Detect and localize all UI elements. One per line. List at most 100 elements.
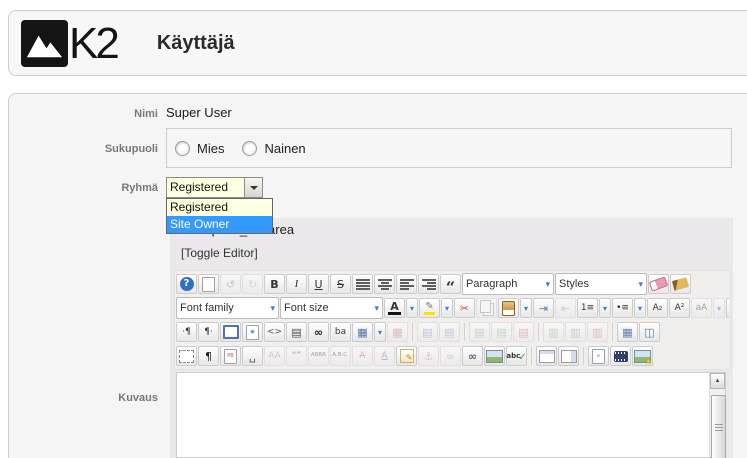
rtl-button[interactable]: ¶· bbox=[198, 322, 219, 342]
outdent-button[interactable]: ⇤ bbox=[555, 298, 576, 318]
inserted-text-button[interactable]: A bbox=[374, 346, 395, 366]
undo-button[interactable]: ↺ bbox=[220, 274, 241, 294]
group-select-dropdown-button[interactable] bbox=[244, 178, 262, 197]
spellcheck-button[interactable]: abc bbox=[506, 346, 527, 366]
group-select[interactable]: Registered bbox=[166, 177, 263, 198]
bold-button[interactable]: B bbox=[264, 274, 285, 294]
gender-option-label[interactable]: Nainen bbox=[264, 141, 305, 156]
justify-full-button[interactable] bbox=[352, 274, 373, 294]
k2-image-button[interactable] bbox=[632, 346, 653, 366]
new-document-button[interactable] bbox=[198, 274, 219, 294]
gender-option-label[interactable]: Mies bbox=[197, 141, 224, 156]
find-button[interactable]: ∞ bbox=[308, 322, 329, 342]
cell-properties-icon: ▤ bbox=[444, 327, 454, 338]
strikethrough-button[interactable]: S bbox=[330, 274, 351, 294]
insert-image-button[interactable] bbox=[484, 346, 505, 366]
highlight-color-button[interactable]: ✎ bbox=[419, 298, 440, 318]
group-option-registered[interactable]: Registered bbox=[167, 199, 272, 216]
subscript-button[interactable]: A₂ bbox=[647, 298, 668, 318]
justify-right-button[interactable] bbox=[418, 274, 439, 294]
cell-properties-button[interactable]: ▤ bbox=[439, 322, 460, 342]
deleted-text-button[interactable]: A bbox=[352, 346, 373, 366]
toolbar-separator bbox=[538, 323, 539, 341]
underline-button[interactable]: U bbox=[308, 274, 329, 294]
highlight-color-arrow-button[interactable]: ▾ bbox=[441, 298, 453, 318]
styles-select[interactable]: Styles▾ bbox=[555, 273, 647, 295]
source-code-button[interactable]: <> bbox=[264, 322, 285, 342]
attributes-button[interactable]: ✎ bbox=[396, 346, 417, 366]
editor-textarea[interactable]: ▲ bbox=[176, 372, 726, 458]
bullet-list-button[interactable]: •≡ bbox=[612, 298, 633, 318]
italic-icon: I bbox=[295, 279, 299, 290]
superscript-button[interactable]: A² bbox=[669, 298, 690, 318]
visual-aid-button[interactable] bbox=[176, 346, 197, 366]
case-change-button[interactable]: aA bbox=[691, 298, 712, 318]
acronym-button[interactable]: A.B.C. bbox=[330, 346, 351, 366]
insert-table-arrow-button[interactable]: ▾ bbox=[374, 322, 386, 342]
redo-button[interactable]: ↻ bbox=[242, 274, 263, 294]
print-icon: ▤ bbox=[291, 327, 301, 338]
text-color-button[interactable]: A bbox=[384, 298, 405, 318]
xhtml-document-button[interactable]: ∞ bbox=[588, 346, 609, 366]
bullet-list-arrow-button[interactable]: ▾ bbox=[634, 298, 646, 318]
cut-button[interactable]: ✂ bbox=[454, 298, 475, 318]
print-button[interactable]: ▤ bbox=[286, 322, 307, 342]
format-select[interactable]: Paragraph▾ bbox=[462, 273, 554, 295]
toggle-editor-link[interactable]: [Toggle Editor] bbox=[181, 246, 258, 260]
gender-radio-mies[interactable] bbox=[175, 141, 190, 156]
font-size-select[interactable]: Font size▾ bbox=[280, 297, 383, 319]
delete-column-button[interactable]: ▥ bbox=[587, 322, 608, 342]
insert-media-button[interactable] bbox=[610, 346, 631, 366]
numbered-list-button[interactable]: 1≡ bbox=[577, 298, 598, 318]
link-button[interactable]: ∞ bbox=[462, 346, 483, 366]
abbreviation-button[interactable]: ABBR bbox=[308, 346, 329, 366]
copy-button[interactable] bbox=[476, 298, 497, 318]
indent-button[interactable]: ⇥ bbox=[533, 298, 554, 318]
layout-horizontal-button[interactable] bbox=[536, 346, 557, 366]
delete-row-button[interactable]: ▤ bbox=[513, 322, 534, 342]
source-code-icon: <> bbox=[267, 328, 282, 337]
ltr-button[interactable]: ·¶ bbox=[176, 322, 197, 342]
anchor-button[interactable]: ⚓ bbox=[418, 346, 439, 366]
show-blocks-button[interactable]: ¶ bbox=[198, 346, 219, 366]
paste-arrow-button[interactable]: ▾ bbox=[520, 298, 532, 318]
group-option-site-owner[interactable]: Site Owner bbox=[167, 216, 272, 233]
special-character-button[interactable]: Ω bbox=[726, 298, 729, 318]
layout-vertical-button[interactable] bbox=[558, 346, 579, 366]
unlink-button[interactable]: ∞ bbox=[440, 346, 461, 366]
italic-button[interactable]: I bbox=[286, 274, 307, 294]
text-color-arrow-button[interactable]: ▾ bbox=[406, 298, 418, 318]
insert-row-before-button[interactable]: ▤ bbox=[469, 322, 490, 342]
scrollbar-thumb[interactable] bbox=[711, 395, 726, 458]
merge-cells-icon: ◫ bbox=[644, 327, 654, 338]
cleanup-button[interactable] bbox=[670, 274, 691, 294]
justify-center-button[interactable] bbox=[374, 274, 395, 294]
help-button[interactable]: ? bbox=[176, 274, 197, 294]
fullscreen-button[interactable] bbox=[220, 322, 241, 342]
nonbreaking-button[interactable]: ␣ bbox=[242, 346, 263, 366]
insert-row-after-button[interactable]: ▤ bbox=[491, 322, 512, 342]
blockquote-button[interactable]: “ bbox=[440, 274, 461, 294]
case-change-arrow-button[interactable]: ▾ bbox=[713, 298, 725, 318]
font-family-select[interactable]: Font family▾ bbox=[176, 297, 279, 319]
remove-format-button[interactable] bbox=[648, 274, 669, 294]
justify-left-button[interactable] bbox=[396, 274, 417, 294]
gender-radio-nainen[interactable] bbox=[242, 141, 257, 156]
find-replace-button[interactable]: ba bbox=[330, 322, 351, 342]
page-break-button[interactable]: PB bbox=[220, 346, 241, 366]
paste-button[interactable] bbox=[498, 298, 519, 318]
insert-column-before-button[interactable]: ▥ bbox=[543, 322, 564, 342]
preview-button[interactable]: ◉ bbox=[242, 322, 263, 342]
row-properties-button[interactable]: ▤ bbox=[417, 322, 438, 342]
split-cells-button[interactable]: ▦ bbox=[617, 322, 638, 342]
visual-chars-button[interactable]: AA bbox=[264, 346, 285, 366]
numbered-list-arrow-button[interactable]: ▾ bbox=[599, 298, 611, 318]
insert-column-after-button[interactable]: ▥ bbox=[565, 322, 586, 342]
scroll-up-button[interactable]: ▲ bbox=[710, 373, 725, 389]
insert-table-button[interactable]: ▦ bbox=[352, 322, 373, 342]
delete-table-button[interactable]: ▦ bbox=[387, 322, 408, 342]
citation-button[interactable]: “” bbox=[286, 346, 307, 366]
abbreviation-icon: ABBR bbox=[311, 353, 326, 359]
editor-scrollbar[interactable]: ▲ bbox=[709, 373, 725, 457]
merge-cells-button[interactable]: ◫ bbox=[639, 322, 660, 342]
